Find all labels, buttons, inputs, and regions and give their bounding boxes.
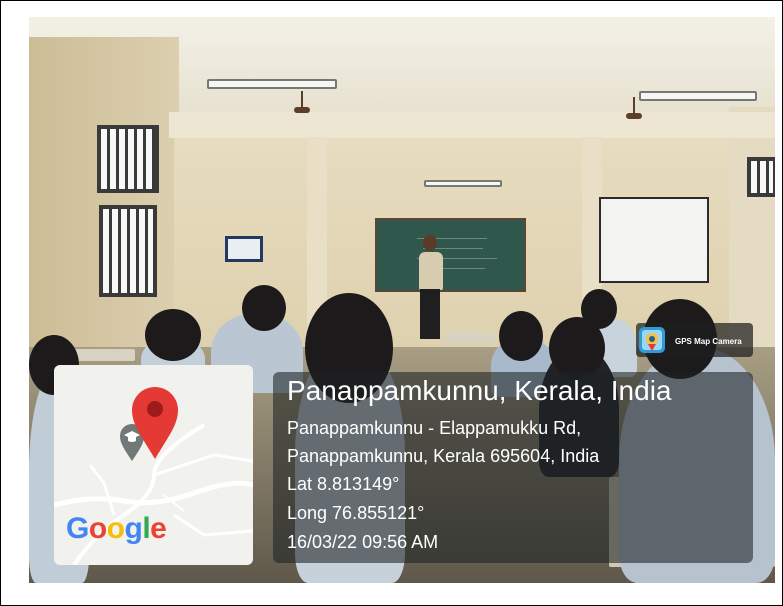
- ceiling-fan: [626, 113, 642, 119]
- chalkboard: [375, 218, 526, 292]
- student-head: [549, 317, 605, 379]
- desk: [445, 333, 495, 343]
- ceiling-fan: [294, 107, 310, 113]
- teacher-legs: [420, 289, 440, 339]
- address-line-1: Panappamkunnu - Elappamukku Rd,: [287, 418, 582, 438]
- window: [99, 205, 157, 297]
- student-head: [242, 285, 286, 331]
- wall-notice-frame: [225, 236, 263, 262]
- latitude: Lat 8.813149°: [287, 474, 400, 494]
- badge-label: GPS Map Camera: [675, 337, 742, 346]
- address-line-2: Panappamkunnu, Kerala 695604, India: [287, 446, 600, 466]
- longitude: Long 76.855121°: [287, 503, 425, 523]
- teacher: [419, 252, 443, 290]
- map-thumbnail: Google: [54, 365, 253, 565]
- student-head: [499, 311, 543, 361]
- timestamp: 16/03/22 09:56 AM: [287, 532, 439, 552]
- window: [747, 157, 775, 197]
- ceiling-fan: [633, 97, 635, 113]
- ceiling-fan: [301, 91, 303, 107]
- google-logo: Google: [66, 512, 167, 545]
- tube-light: [207, 79, 337, 89]
- map-pin-icon: [132, 387, 178, 459]
- location-title: Panappamkunnu, Kerala, India: [287, 375, 672, 406]
- student-head: [145, 309, 201, 361]
- tube-light: [639, 91, 757, 101]
- ceiling-beam: [169, 112, 775, 138]
- tube-light: [424, 180, 502, 187]
- gps-map-camera-app-icon: [639, 327, 665, 353]
- desk: [73, 349, 135, 361]
- projector-screen: [599, 197, 709, 283]
- teacher-head: [423, 235, 437, 251]
- window: [97, 125, 159, 193]
